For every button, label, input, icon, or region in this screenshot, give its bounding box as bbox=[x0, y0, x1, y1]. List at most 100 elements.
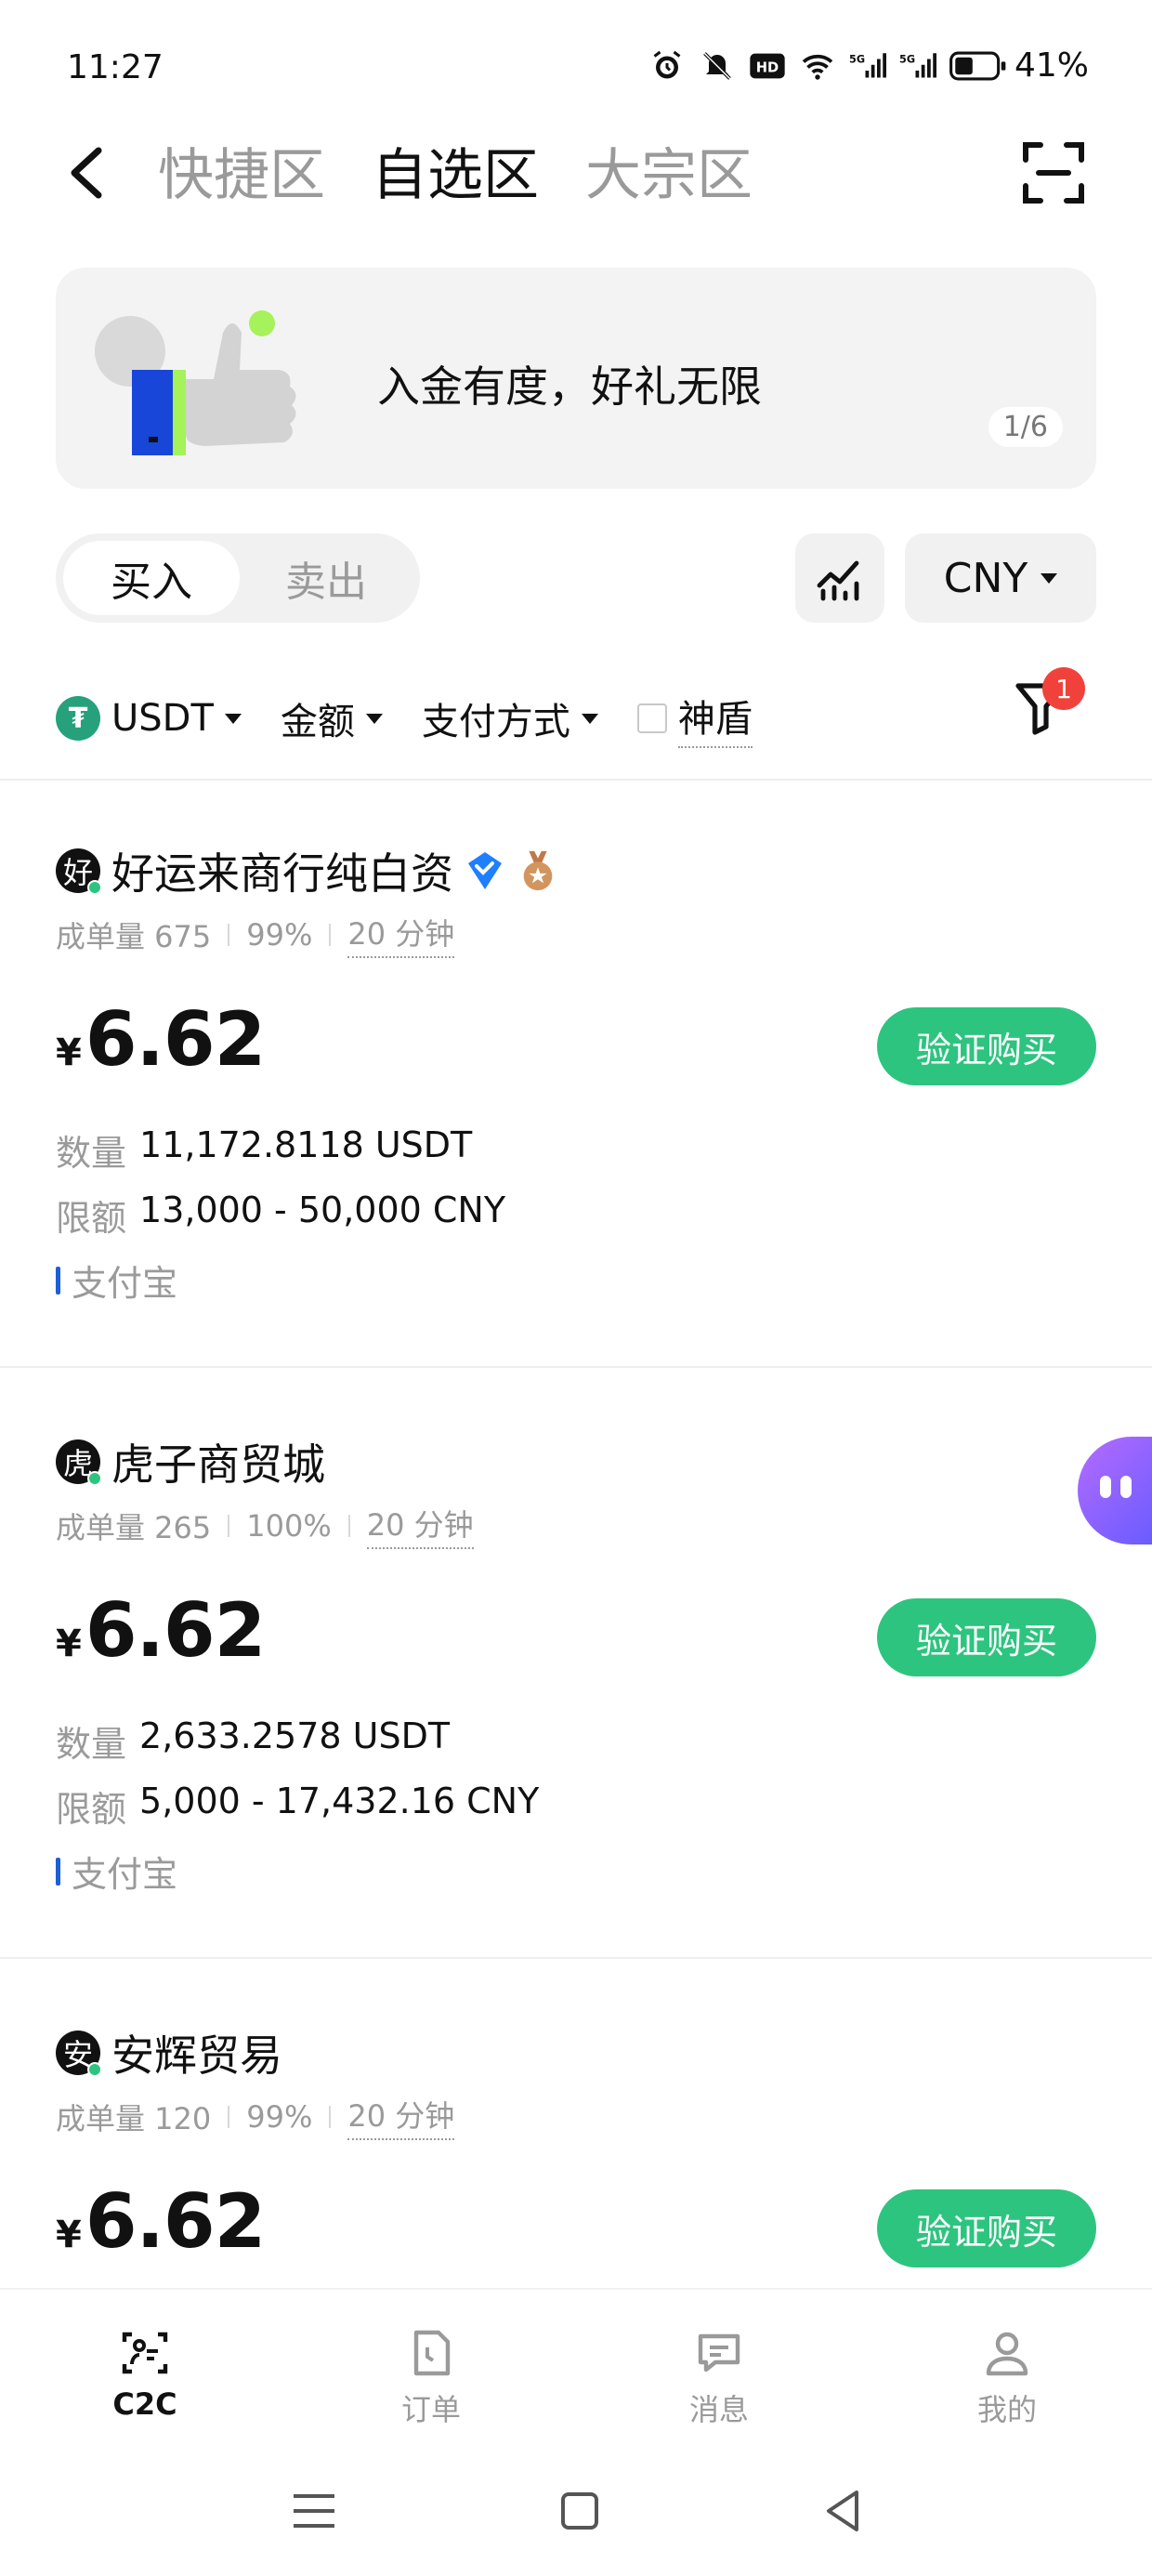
release-time[interactable]: 20 分钟 bbox=[347, 2093, 455, 2140]
shield-label: 神盾 bbox=[677, 689, 753, 748]
payment-method: 支付宝 bbox=[56, 1846, 177, 1897]
avatar: 好 bbox=[56, 848, 102, 895]
merchant-name[interactable]: 安辉贸易 bbox=[111, 2022, 282, 2083]
mute-icon bbox=[699, 47, 736, 85]
price: ¥ 6.62 bbox=[56, 2178, 266, 2265]
online-indicator bbox=[87, 880, 102, 895]
shield-checkbox[interactable] bbox=[636, 703, 667, 733]
payment-method-label: 支付宝 bbox=[72, 1854, 178, 1895]
back-button[interactable] bbox=[48, 136, 123, 210]
back-triangle-icon[interactable] bbox=[816, 2483, 871, 2539]
status-bar: 11:27 HD 5G 5G 41% bbox=[0, 0, 1152, 130]
divider bbox=[0, 779, 1152, 781]
currency-selector[interactable]: CNY bbox=[905, 533, 1096, 623]
divider bbox=[0, 1957, 1152, 1959]
merchant-header[interactable]: 安 安辉贸易 bbox=[56, 2022, 282, 2083]
thumbs-up-card-illustration bbox=[93, 305, 307, 463]
assistant-eye bbox=[1100, 1476, 1111, 1498]
nav-c2c-label: C2C bbox=[112, 2386, 177, 2422]
promo-banner[interactable]: 入金有度，好礼无限 1/6 bbox=[56, 268, 1096, 489]
verify-buy-button[interactable]: 验证购买 bbox=[877, 1598, 1096, 1676]
chevron-down-icon bbox=[1041, 572, 1058, 584]
amount-filter-label: 金额 bbox=[280, 701, 355, 743]
sell-tab[interactable]: 卖出 bbox=[238, 541, 414, 615]
completion-rate: 99% bbox=[246, 916, 313, 953]
merchant-header[interactable]: 虎 虎子商贸城 bbox=[56, 1431, 325, 1492]
avatar: 虎 bbox=[56, 1439, 102, 1486]
coin-filter-label: USDT bbox=[111, 697, 214, 740]
merchant-stats: 成单量 675 99% 20 分钟 bbox=[56, 911, 455, 958]
chevron-down-icon bbox=[581, 713, 598, 724]
release-time[interactable]: 20 分钟 bbox=[347, 911, 455, 958]
menu-icon[interactable] bbox=[286, 2483, 342, 2539]
merchant-listing[interactable]: 好 好运来商行纯白资 成单量 675 99% 20 分钟 ¥ 6.62 验证购买… bbox=[0, 840, 1152, 1366]
online-indicator bbox=[87, 2062, 102, 2077]
price-chart-button[interactable] bbox=[795, 533, 884, 623]
wifi-icon bbox=[799, 47, 836, 85]
payment-method-label: 支付宝 bbox=[72, 1263, 178, 1304]
divider bbox=[0, 1366, 1152, 1368]
tab-quick-zone[interactable]: 快捷区 bbox=[158, 130, 325, 211]
message-icon bbox=[698, 2333, 740, 2372]
stat-divider bbox=[228, 1514, 230, 1537]
merchant-name[interactable]: 好运来商行纯白资 bbox=[111, 840, 453, 901]
advanced-filter-button[interactable]: 1 bbox=[1013, 667, 1085, 738]
tab-custom-zone[interactable]: 自选区 bbox=[372, 130, 539, 211]
back-arrow-icon bbox=[71, 147, 102, 199]
price-currency-symbol: ¥ bbox=[56, 1623, 82, 1665]
limit-label: 限额 bbox=[56, 1198, 127, 1239]
price-value: 6.62 bbox=[85, 2178, 266, 2265]
stat-divider bbox=[329, 923, 332, 946]
nav-c2c[interactable]: C2C bbox=[71, 2327, 219, 2422]
buy-tab[interactable]: 买入 bbox=[63, 541, 240, 615]
quantity-label: 数量 bbox=[56, 1724, 127, 1765]
5g-signal-icon: 5G bbox=[899, 47, 936, 85]
merchant-header[interactable]: 好 好运来商行纯白资 bbox=[56, 840, 559, 901]
zone-tabs: 快捷区 自选区 大宗区 bbox=[158, 130, 753, 211]
amount-filter[interactable]: 金额 bbox=[281, 691, 383, 745]
release-time[interactable]: 20 分钟 bbox=[366, 1502, 474, 1549]
nav-messages[interactable]: 消息 bbox=[645, 2327, 793, 2429]
price-currency-symbol: ¥ bbox=[56, 1032, 82, 1074]
merchant-listing[interactable]: 安 安辉贸易 成单量 120 99% 20 分钟 ¥ 6.62 验证购买 bbox=[0, 2022, 1152, 2288]
merchant-listing[interactable]: 虎 虎子商贸城 成单量 265 100% 20 分钟 ¥ 6.62 验证购买 数… bbox=[0, 1431, 1152, 1957]
nav-orders[interactable]: 订单 bbox=[357, 2327, 505, 2429]
quantity-value: 11,172.8118 USDT bbox=[139, 1124, 473, 1165]
nav-messages-label: 消息 bbox=[688, 2392, 749, 2427]
profile-icon bbox=[986, 2332, 1028, 2376]
completion-rate: 100% bbox=[246, 1507, 332, 1544]
order-count: 成单量 265 bbox=[56, 1509, 212, 1545]
limit-row: 限额 5,000 - 17,432.16 CNY bbox=[56, 1781, 539, 1832]
chart-icon bbox=[817, 560, 859, 601]
svg-text:HD: HD bbox=[756, 59, 779, 75]
c2c-icon bbox=[122, 2332, 168, 2374]
svg-text:5G: 5G bbox=[849, 53, 865, 65]
merchant-name[interactable]: 虎子商贸城 bbox=[111, 1431, 325, 1492]
payment-filter[interactable]: 支付方式 bbox=[422, 691, 598, 745]
payment-method: 支付宝 bbox=[56, 1255, 177, 1306]
verify-buy-button[interactable]: 验证购买 bbox=[877, 1007, 1096, 1085]
status-time: 11:27 bbox=[67, 48, 164, 86]
scan-button[interactable] bbox=[1018, 138, 1089, 208]
shield-filter[interactable]: 神盾 bbox=[636, 689, 753, 748]
5g-signal-icon: 5G bbox=[849, 47, 886, 85]
buy-sell-toggle: 买入 卖出 bbox=[56, 533, 420, 623]
merchant-stats: 成单量 265 100% 20 分钟 bbox=[56, 1502, 474, 1549]
nav-profile[interactable]: 我的 bbox=[933, 2327, 1081, 2429]
chevron-down-icon bbox=[224, 713, 242, 724]
limit-value: 13,000 - 50,000 CNY bbox=[139, 1189, 506, 1230]
price-value: 6.62 bbox=[85, 996, 266, 1083]
online-indicator bbox=[87, 1471, 102, 1486]
payment-color-bar bbox=[56, 1857, 60, 1886]
banner-text: 入金有度，好礼无限 bbox=[377, 361, 762, 412]
tab-bulk-zone[interactable]: 大宗区 bbox=[585, 130, 753, 211]
battery-indicator: 41% bbox=[949, 46, 1089, 85]
coin-filter[interactable]: ₮ USDT bbox=[56, 696, 242, 741]
verify-buy-button[interactable]: 验证购买 bbox=[877, 2189, 1096, 2267]
stat-divider bbox=[228, 923, 230, 946]
home-icon[interactable] bbox=[552, 2483, 608, 2539]
scan-icon bbox=[1023, 142, 1084, 204]
system-navigation bbox=[0, 2446, 1152, 2576]
stat-divider bbox=[329, 2105, 332, 2128]
assistant-eye bbox=[1120, 1476, 1132, 1498]
